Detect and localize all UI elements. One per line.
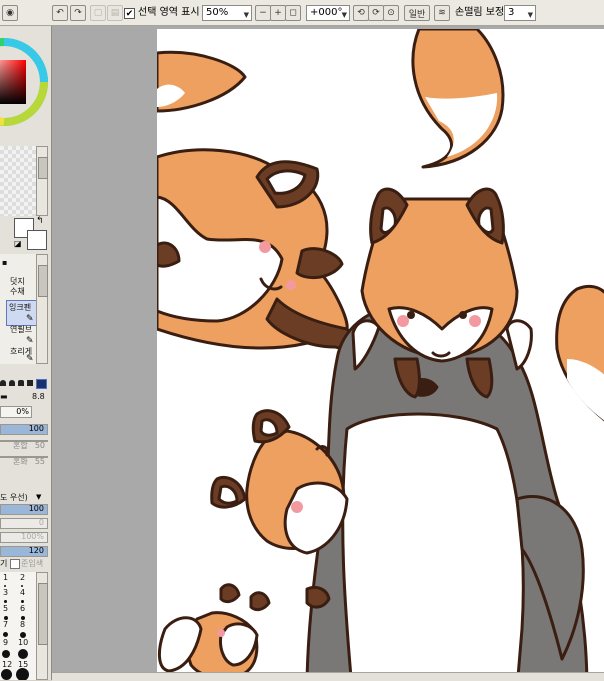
- size-preset-label: 3: [3, 588, 9, 597]
- slider-c[interactable]: 100%: [0, 532, 48, 543]
- min-size-value[interactable]: 0%: [0, 406, 32, 418]
- undo-icon[interactable]: ↶: [52, 5, 68, 21]
- rotation-select[interactable]: +000° ▼: [306, 5, 350, 21]
- size-preset-label: 12: [2, 660, 13, 669]
- round-brush-shape-icon[interactable]: [0, 380, 6, 386]
- stabilizer-value: 3: [508, 7, 515, 18]
- slider-b[interactable]: 0: [0, 518, 48, 529]
- stabilizer-icon[interactable]: ≋: [434, 5, 450, 21]
- slider-a[interactable]: 100: [0, 504, 48, 515]
- invert-selection-icon[interactable]: ▤: [107, 5, 123, 21]
- zoom-value: 50%: [206, 7, 229, 18]
- size-preset-dot[interactable]: [21, 600, 24, 603]
- color-history[interactable]: [0, 146, 36, 216]
- blur-label: 혼화: [13, 457, 28, 466]
- zoom-in-icon[interactable]: +: [270, 5, 286, 21]
- blend-slider[interactable]: 혼합 50: [0, 440, 48, 450]
- brush-list: ▪ 덧지 수채 잉크펜 연필브 흐리게 ✎ ✎ ✎: [0, 254, 38, 364]
- round-brush-shape-icon[interactable]: [9, 380, 15, 386]
- selection-checkbox[interactable]: ✔: [124, 8, 135, 19]
- chevron-down-icon: ▼: [527, 11, 533, 19]
- size-preset-dot[interactable]: [4, 600, 7, 603]
- zoom-reset-icon[interactable]: ◻: [285, 5, 301, 21]
- redo-icon[interactable]: ↷: [70, 5, 86, 21]
- drawing-canvas[interactable]: [155, 27, 604, 680]
- blend-label: 혼합: [13, 441, 28, 450]
- toolbar: ◉ ↶ ↷ ▢ ▤ ✔ 선택 영역 표시 50% ▼ − + ◻ +000° ▼…: [0, 0, 604, 26]
- size-preset-dot[interactable]: [4, 585, 6, 587]
- density-value: 100: [28, 424, 44, 433]
- density-slider[interactable]: 100: [0, 424, 48, 435]
- size-preset-dot[interactable]: [16, 668, 29, 680]
- chevron-down-icon[interactable]: ▼: [36, 493, 41, 501]
- size-preset-dot[interactable]: [21, 585, 23, 587]
- slider-d-value: 120: [28, 546, 44, 555]
- rotation-value: +000°: [310, 7, 343, 18]
- selection-label: 선택 영역 표시: [138, 7, 200, 18]
- pen-icon: ✎: [26, 314, 34, 324]
- color-history-scrollbar[interactable]: [36, 146, 48, 216]
- stabilizer-select[interactable]: 3 ▼: [504, 5, 536, 21]
- size-preset-label: 7: [3, 620, 9, 629]
- tool-panel: ↰ ◪ ▪ 덧지 수채 잉크펜 연필브 흐리게 ✎ ✎ ✎ ▬ 8.8 0% 1…: [0, 26, 52, 680]
- square-brush-shape-icon[interactable]: [27, 380, 33, 386]
- blur-slider[interactable]: 혼화 55: [0, 456, 48, 466]
- brush-list-scrollbar[interactable]: [36, 254, 48, 364]
- rotate-left-icon[interactable]: ⟲: [353, 5, 369, 21]
- blur-value: 55: [34, 457, 45, 466]
- blur-icon: ✎: [26, 354, 34, 364]
- size-preset-dot[interactable]: [2, 650, 10, 658]
- chevron-down-icon: ▼: [243, 11, 249, 19]
- background-color[interactable]: [27, 230, 47, 250]
- pencil-icon: ✎: [26, 336, 34, 346]
- swap-colors-icon[interactable]: ↰: [36, 216, 44, 226]
- brush-tool-1[interactable]: ▪: [2, 258, 7, 267]
- priority-label: 도 우선): [0, 493, 28, 502]
- size-presets-scrollbar[interactable]: [36, 572, 48, 680]
- color-wheel[interactable]: [0, 26, 48, 142]
- size-preset-label: 9: [3, 638, 9, 647]
- size-preset-dot[interactable]: [3, 632, 8, 637]
- rotate-reset-icon[interactable]: ⊙: [383, 5, 399, 21]
- slider-b-value: 0: [38, 518, 44, 527]
- size-preset-label: 1: [3, 573, 9, 582]
- chevron-down-icon: ▼: [341, 11, 347, 19]
- size-preset-label: 4: [20, 588, 26, 597]
- slider-c-value: 100%: [21, 532, 44, 541]
- brush-size-value[interactable]: 8.8: [32, 392, 45, 401]
- paper-label: 기: [0, 559, 8, 568]
- size-preset-dot[interactable]: [1, 669, 12, 680]
- zoom-out-icon[interactable]: −: [255, 5, 271, 21]
- deselect-icon[interactable]: ▢: [90, 5, 106, 21]
- paper-option: 준입색: [21, 559, 44, 568]
- size-preset-label: 8: [20, 620, 26, 629]
- selected-brush-shape-icon[interactable]: [36, 379, 47, 389]
- brush-shape-row[interactable]: [0, 378, 50, 389]
- stabilizer-label: 손떨림 보정: [455, 7, 505, 18]
- size-preset-label: 5: [3, 604, 9, 613]
- slider-d[interactable]: 120: [0, 546, 48, 557]
- transparent-color-icon[interactable]: ◪: [14, 239, 22, 248]
- size-preset-dot[interactable]: [18, 649, 28, 659]
- brush-tool-3[interactable]: 수채: [10, 286, 25, 297]
- canvas-area[interactable]: [52, 26, 604, 680]
- brush-tool-label: 잉크펜: [9, 303, 32, 312]
- mode-button[interactable]: 일반: [404, 5, 430, 21]
- paper-checkbox[interactable]: [10, 559, 20, 569]
- brush-tool-4[interactable]: 연필브: [10, 324, 32, 335]
- navigator-icon[interactable]: ◉: [2, 5, 18, 21]
- zoom-select[interactable]: 50% ▼: [202, 5, 252, 21]
- size-preset-label: 10: [18, 638, 29, 647]
- flat-brush-shape-icon[interactable]: [18, 380, 24, 386]
- size-preset-label: 2: [20, 573, 26, 582]
- fox-illustration: [155, 27, 604, 680]
- rotate-right-icon[interactable]: ⟳: [368, 5, 384, 21]
- blend-value: 50: [34, 441, 45, 450]
- slider-a-value: 100: [28, 504, 44, 513]
- size-multiplier-icon: ▬: [0, 392, 8, 401]
- size-preset-label: 6: [20, 604, 26, 613]
- size-presets: 1 2 3 4 5 6 7 8 9 10 12 15: [0, 572, 36, 680]
